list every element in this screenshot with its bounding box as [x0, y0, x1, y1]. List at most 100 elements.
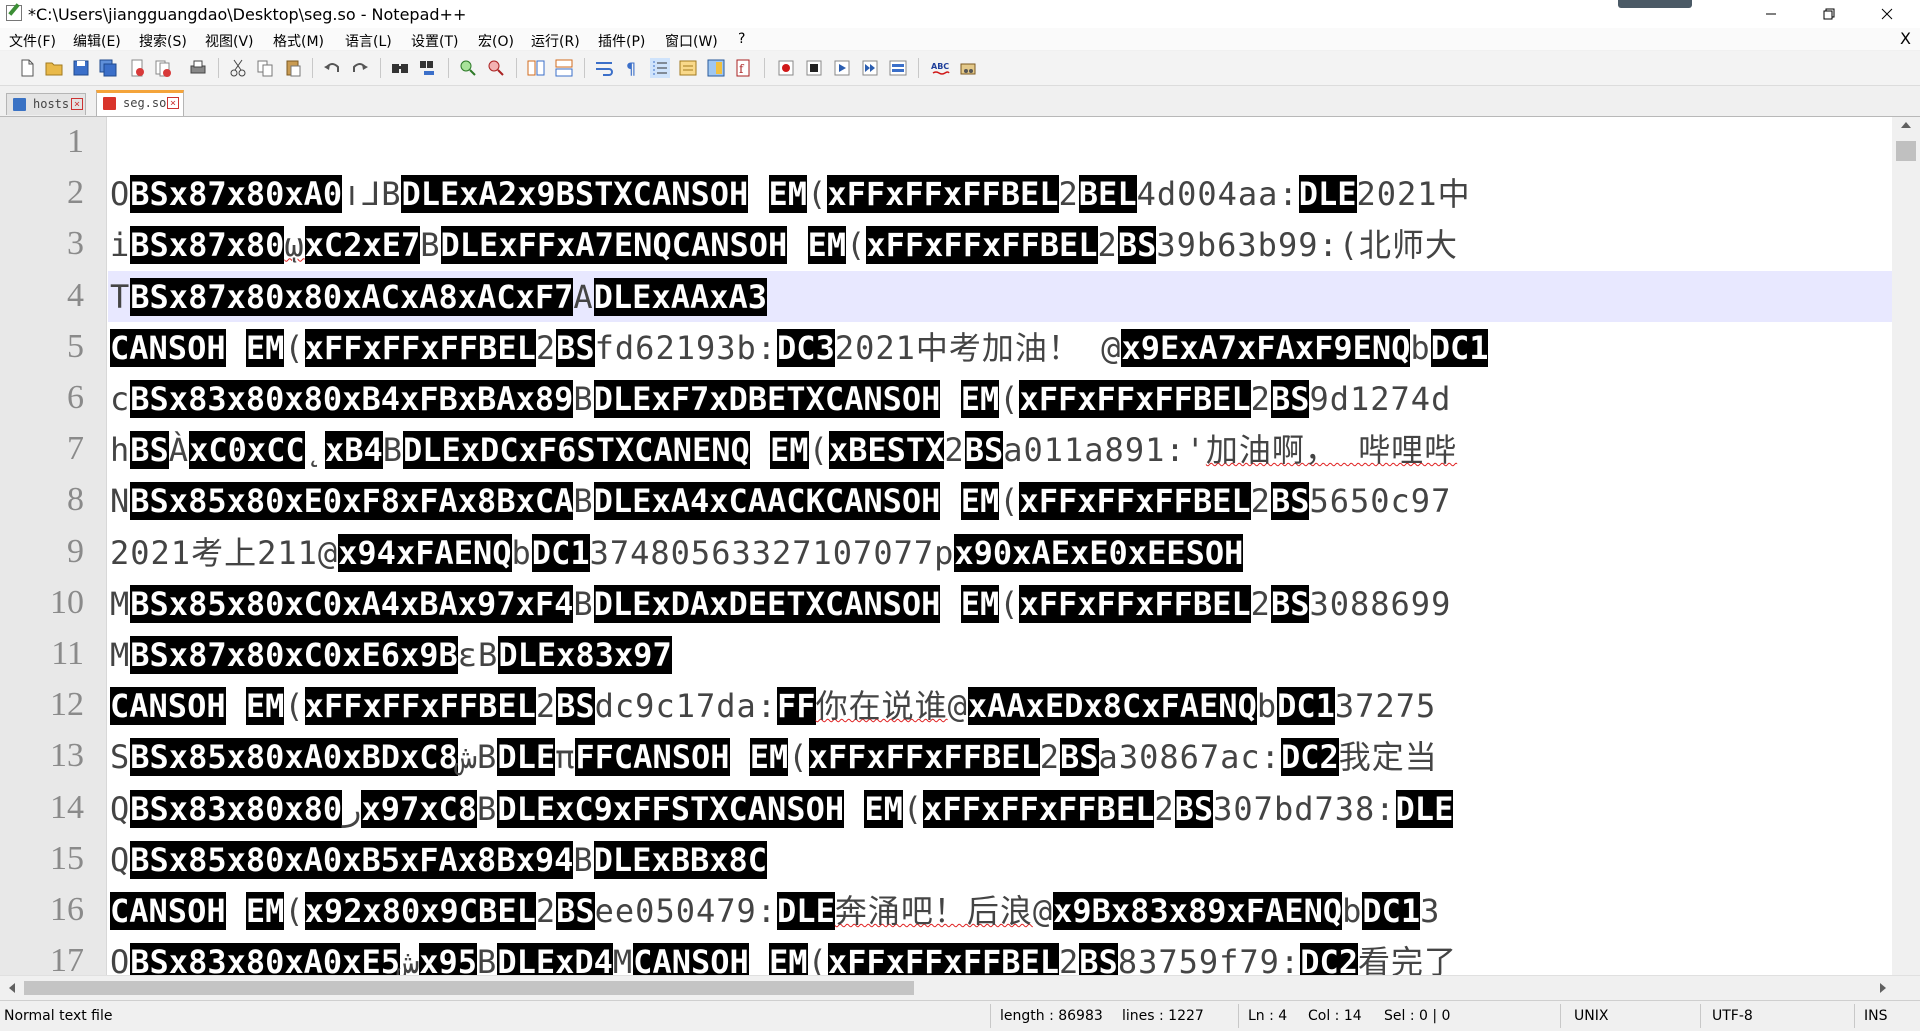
- line-text-area[interactable]: MBSx87x80xC0xE6x9BεBDLEx83x97: [108, 629, 1892, 680]
- status-insert-mode[interactable]: INS: [1864, 1008, 1888, 1024]
- minimize-button[interactable]: [1748, 0, 1794, 28]
- editor-line[interactable]: 1: [0, 117, 1892, 168]
- sync-vertical-icon[interactable]: [526, 58, 546, 78]
- menu-macro[interactable]: 宏(O): [478, 31, 514, 51]
- editor-line[interactable]: 6 cBSx83x80x80xB4xFBxBAx89BDLExF7xDBETXCA…: [0, 373, 1892, 424]
- show-all-chars-icon[interactable]: ¶: [622, 58, 642, 78]
- zoom-out-icon[interactable]: [486, 58, 506, 78]
- tab-close-icon[interactable]: ×: [71, 98, 83, 110]
- scroll-up-icon[interactable]: [1901, 122, 1911, 128]
- new-file-icon[interactable]: [17, 58, 37, 78]
- line-text-area[interactable]: CANSOH EM(xFFxFFxFFBEL2BSdc9c17da:FF你在说谁…: [108, 680, 1892, 731]
- scroll-right-icon[interactable]: [1880, 983, 1886, 993]
- line-text-area[interactable]: QBSx85x80xA0xB5xFAx8Bx94BDLExBBx8C: [108, 834, 1892, 885]
- editor-line[interactable]: 3 iBSx87x80ῳxC2xE7BDLExFFxA7ENQCANSOH EM(…: [0, 219, 1892, 270]
- editor-line[interactable]: 16 CANSOH EM(x92x80x9CBEL2BSee050479:DLE奔…: [0, 885, 1892, 936]
- vertical-scrollbar[interactable]: [1892, 117, 1920, 977]
- editor-line[interactable]: 13 SBSx85x80xA0xBDxC8ﺵBDLEπFFCANSOH EM(xF…: [0, 731, 1892, 782]
- indent-guide-icon[interactable]: [650, 58, 670, 78]
- close-window-button[interactable]: [1864, 0, 1910, 28]
- open-file-icon[interactable]: [44, 58, 64, 78]
- play-macro-icon[interactable]: [832, 58, 852, 78]
- doc-map-icon[interactable]: [706, 58, 726, 78]
- editor-line[interactable]: 14 QBSx83x80x80رx97xC8BDLExC9xFFSTXCANSOH…: [0, 783, 1892, 834]
- function-list-icon[interactable]: f: [734, 58, 754, 78]
- save-macro-icon[interactable]: [888, 58, 908, 78]
- vertical-scroll-thumb[interactable]: [1896, 141, 1916, 161]
- paste-icon[interactable]: [283, 58, 303, 78]
- cut-icon[interactable]: [228, 58, 248, 78]
- close-document-button[interactable]: X: [1900, 29, 1911, 48]
- menu-edit[interactable]: 编辑(E): [73, 31, 121, 51]
- editor-line[interactable]: 8 NBSx85x80xE0xF8xFAx8BxCABDLExA4xCAACKCA…: [0, 475, 1892, 526]
- editor-line[interactable]: 10 MBSx85x80xC0xA4xBAx97xF4BDLExDAxDEETXC…: [0, 578, 1892, 629]
- tab-close-icon[interactable]: ×: [167, 97, 179, 109]
- save-all-icon[interactable]: [98, 58, 118, 78]
- line-text-area[interactable]: cBSx83x80x80xB4xFBxBAx89BDLExF7xDBETXCAN…: [108, 373, 1892, 424]
- editor-line[interactable]: 17 OBSx83x80xA0xE5ﺵx95BDLExD4MCANSOH EM(x…: [0, 936, 1892, 977]
- horizontal-scroll-thumb[interactable]: [24, 981, 914, 995]
- editor-line[interactable]: 7 hBSÀxC0xCC˛xB4BDLExDCxF6STXCANENQ EM(xB…: [0, 424, 1892, 475]
- tab-hosts[interactable]: hosts ×: [6, 93, 86, 115]
- redo-icon[interactable]: [350, 58, 370, 78]
- menu-format[interactable]: 格式(M): [273, 31, 324, 51]
- line-text-area[interactable]: 2021考上211@x94xFAENQbDC13748056332710707​…: [108, 527, 1892, 578]
- plugin-icon[interactable]: [958, 58, 978, 78]
- editor-line[interactable]: 11 MBSx87x80xC0xE6x9BεBDLEx83x97: [0, 629, 1892, 680]
- editor-line[interactable]: 12 CANSOH EM(xFFxFFxFFBEL2BSdc9c17da:FF你在…: [0, 680, 1892, 731]
- scroll-left-icon[interactable]: [9, 983, 15, 993]
- stop-macro-icon[interactable]: [804, 58, 824, 78]
- replace-icon[interactable]: [418, 58, 438, 78]
- window-grip[interactable]: [1618, 0, 1692, 8]
- line-text-area[interactable]: [108, 117, 1892, 168]
- line-text-area[interactable]: MBSx85x80xC0xA4xBAx97xF4BDLExDAxDEETXCAN…: [108, 578, 1892, 629]
- run-macro-multiple-icon[interactable]: [860, 58, 880, 78]
- close-all-icon[interactable]: [153, 58, 173, 78]
- line-text-area[interactable]: CANSOH EM(x92x80x9CBEL2BSee050479:DLE奔涌吧…: [108, 885, 1892, 936]
- menu-plugins[interactable]: 插件(P): [598, 31, 645, 51]
- status-eol[interactable]: UNIX: [1574, 1008, 1608, 1024]
- menu-settings[interactable]: 设置(T): [411, 31, 458, 51]
- line-text-area[interactable]: QBSx83x80x80رx97xC8BDLExC9xFFSTXCANSOH E…: [108, 783, 1892, 834]
- save-icon[interactable]: [71, 58, 91, 78]
- line-text-area[interactable]: iBSx87x80ῳxC2xE7BDLExFFxA7ENQCANSOH EM(x…: [108, 219, 1892, 270]
- menu-help[interactable]: ?: [738, 31, 745, 47]
- control-char-token: x8C: [709, 840, 768, 879]
- menu-search[interactable]: 搜索(S): [139, 31, 187, 51]
- menu-view[interactable]: 视图(V): [205, 31, 254, 51]
- status-encoding[interactable]: UTF-8: [1712, 1008, 1753, 1024]
- line-text-area[interactable]: CANSOH EM(xFFxFFxFFBEL2BSfd62193b:DC3202…: [108, 322, 1892, 373]
- editor-line[interactable]: 2 OBSx87x80xA0ו⅃BDLExA2x9BSTXCANSOH EM(xF…: [0, 168, 1892, 219]
- sync-horizontal-icon[interactable]: [554, 58, 574, 78]
- spell-check-icon[interactable]: ABC: [930, 58, 950, 78]
- menu-language[interactable]: 语言(L): [345, 31, 392, 51]
- horizontal-scrollbar[interactable]: [0, 975, 1920, 1000]
- editor[interactable]: 1 2 OBSx87x80xA0ו⅃BDLExA2x9BSTXCANSOH EM(x…: [0, 117, 1920, 977]
- text-lines[interactable]: 1 2 OBSx87x80xA0ו⅃BDLExA2x9BSTXCANSOH EM(x…: [0, 117, 1892, 977]
- line-text-area[interactable]: SBSx85x80xA0xBDxC8ﺵBDLEπFFCANSOH EM(xFFx…: [108, 731, 1892, 782]
- line-text-area[interactable]: OBSx87x80xA0ו⅃BDLExA2x9BSTXCANSOH EM(xFF…: [108, 168, 1892, 219]
- menu-file[interactable]: 文件(F): [9, 31, 56, 51]
- editor-line[interactable]: 15 QBSx85x80xA0xB5xFAx8Bx94BDLExBBx8C: [0, 834, 1892, 885]
- close-file-icon[interactable]: [127, 58, 147, 78]
- copy-icon[interactable]: [255, 58, 275, 78]
- line-text-area[interactable]: TBSx87x80x80xACxA8xACxF7ADLExAAxA3: [108, 270, 1892, 322]
- editor-line[interactable]: 4 TBSx87x80x80xACxA8xACxF7ADLExAAxA3: [0, 270, 1892, 322]
- udl-icon[interactable]: [678, 58, 698, 78]
- print-icon[interactable]: [188, 58, 208, 78]
- zoom-in-icon[interactable]: [458, 58, 478, 78]
- control-char-token: x80: [226, 380, 285, 418]
- editor-line[interactable]: 9 2021考上211@x94xFAENQbDC13748056332710707…: [0, 527, 1892, 578]
- word-wrap-icon[interactable]: [594, 58, 614, 78]
- line-text-area[interactable]: hBSÀxC0xCC˛xB4BDLExDCxF6STXCANENQ EM(xBE…: [108, 424, 1892, 475]
- tab-seg-so[interactable]: seg.so ×: [96, 90, 184, 116]
- find-icon[interactable]: [390, 58, 410, 78]
- menu-run[interactable]: 运行(R): [531, 31, 580, 51]
- menu-window[interactable]: 窗口(W): [665, 31, 718, 51]
- line-text-area[interactable]: OBSx83x80xA0xE5ﺵx95BDLExD4MCANSOH EM(xFF…: [108, 936, 1892, 977]
- editor-line[interactable]: 5 CANSOH EM(xFFxFFxFFBEL2BSfd62193b:DC320…: [0, 322, 1892, 373]
- record-macro-icon[interactable]: [776, 58, 796, 78]
- line-text-area[interactable]: NBSx85x80xE0xF8xFAx8BxCABDLExA4xCAACKCAN…: [108, 475, 1892, 526]
- restore-button[interactable]: [1806, 0, 1852, 28]
- undo-icon[interactable]: [322, 58, 342, 78]
